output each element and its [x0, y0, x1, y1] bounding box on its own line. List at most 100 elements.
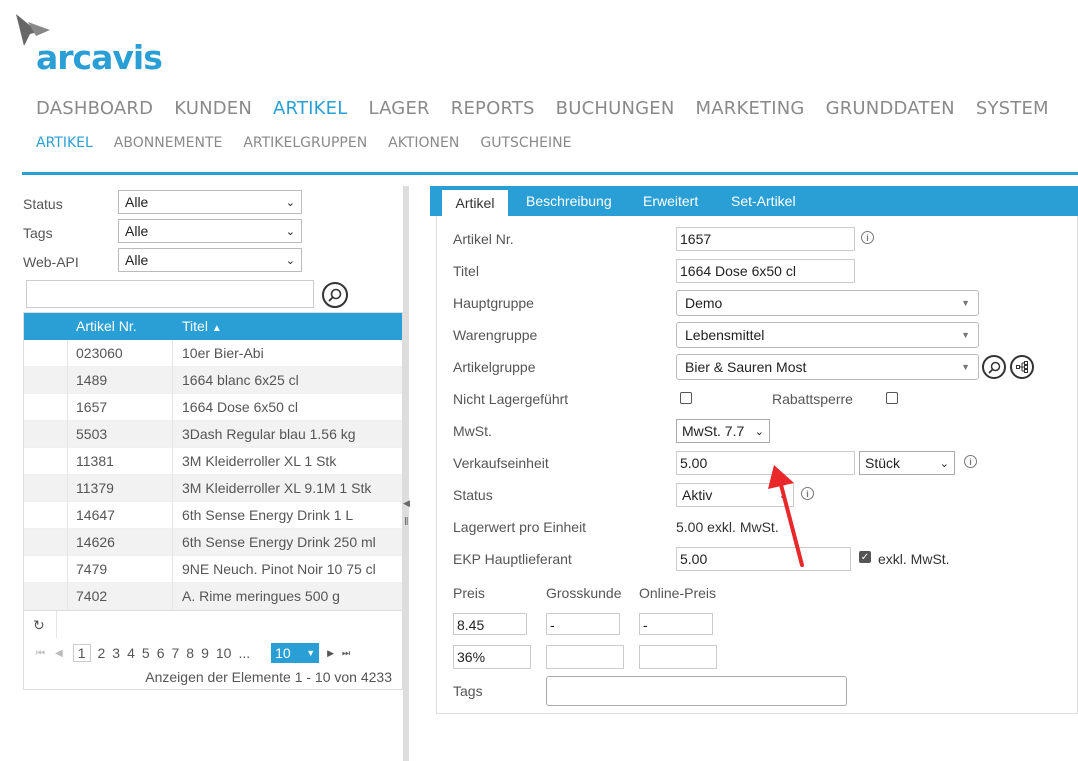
row-artikel-nr: 7402 — [76, 588, 108, 604]
row-select-cell[interactable] — [24, 529, 68, 556]
arcavis-logo[interactable]: arcavis — [14, 12, 174, 77]
refresh-icon[interactable]: ↻ — [33, 617, 45, 634]
table-row[interactable]: 1657 1664 Dose 6x50 cl — [24, 394, 402, 421]
grid-header: Artikel Nr. Titel ▲ — [24, 313, 402, 340]
last-page-icon[interactable]: ⏭ — [342, 648, 350, 659]
tab-set-artikel[interactable]: Set-Artikel — [731, 186, 796, 216]
nav-buchungen[interactable]: BUCHUNGEN — [556, 98, 675, 119]
subnav-gutscheine[interactable]: GUTSCHEINE — [480, 135, 571, 151]
col-titel[interactable]: Titel ▲ — [182, 318, 222, 334]
table-row[interactable]: 1489 1664 blanc 6x25 cl — [24, 367, 402, 394]
tags-input[interactable] — [546, 676, 847, 706]
tab-erweitert[interactable]: Erweitert — [643, 186, 698, 216]
tab-beschreibung[interactable]: Beschreibung — [526, 186, 612, 216]
page-7[interactable]: 7 — [171, 645, 179, 661]
artikelgruppe-select[interactable]: Bier & Sauren Most ▼ — [676, 354, 979, 380]
online-marge-input[interactable] — [639, 645, 717, 669]
prev-page-icon[interactable]: ◀ — [55, 648, 63, 659]
row-select-cell[interactable] — [24, 367, 68, 394]
exkl-mwst-checkbox[interactable]: ✓ — [859, 551, 871, 563]
online-preis-input[interactable]: - — [639, 613, 713, 635]
page-3[interactable]: 3 — [112, 645, 120, 661]
grosskunde-marge-input[interactable] — [546, 645, 624, 669]
einheit-select[interactable]: Stück ⌄ — [859, 451, 955, 475]
row-select-cell[interactable] — [24, 448, 68, 475]
nav-system[interactable]: SYSTEM — [976, 98, 1049, 119]
subnav-abonnemente[interactable]: ABONNEMENTE — [114, 135, 223, 151]
status-value: Aktiv — [682, 487, 713, 503]
nav-lager[interactable]: LAGER — [368, 98, 429, 119]
page-5[interactable]: 5 — [142, 645, 150, 661]
artikelgruppe-search-button[interactable] — [982, 355, 1006, 379]
drag-handle-icon: ‖ — [404, 516, 409, 528]
row-select-cell[interactable] — [24, 421, 68, 448]
hauptgruppe-select[interactable]: Demo ▼ — [676, 290, 979, 316]
row-select-cell[interactable] — [24, 583, 68, 610]
info-icon[interactable]: i — [964, 455, 977, 468]
page-9[interactable]: 9 — [201, 645, 209, 661]
titel-input[interactable]: 1664 Dose 6x50 cl — [676, 259, 855, 283]
page-2[interactable]: 2 — [98, 645, 106, 661]
table-row[interactable]: 023060 10er Bier-Abi — [24, 340, 402, 367]
row-artikel-nr: 1489 — [76, 372, 108, 388]
artikel-nr-input[interactable]: 1657 — [676, 227, 855, 251]
table-row[interactable]: 7479 9NE Neuch. Pinot Noir 10 75 cl — [24, 556, 402, 583]
rabattsperre-checkbox[interactable] — [886, 392, 898, 404]
row-select-cell[interactable] — [24, 556, 68, 583]
caret-down-icon: ▼ — [961, 298, 970, 308]
preis-marge-input[interactable]: 36% — [453, 645, 531, 669]
mwst-select[interactable]: MwSt. 7.7 ⌄ — [676, 419, 770, 443]
hierarchy-icon — [1015, 360, 1028, 373]
webapi-filter-select[interactable]: Alle ⌄ — [118, 248, 302, 272]
splitter[interactable]: ◀ ‖ — [403, 186, 410, 761]
tab-artikel[interactable]: Artikel — [442, 190, 508, 216]
row-select-cell[interactable] — [24, 502, 68, 529]
row-select-cell[interactable] — [24, 394, 68, 421]
grosskunde-input[interactable]: - — [546, 613, 620, 635]
col-artikel-nr[interactable]: Artikel Nr. — [76, 318, 137, 334]
warengruppe-value: Lebensmittel — [685, 327, 765, 343]
warengruppe-select[interactable]: Lebensmittel ▼ — [676, 322, 979, 348]
nav-grunddaten[interactable]: GRUNDDATEN — [826, 98, 955, 119]
tags-filter-select[interactable]: Alle ⌄ — [118, 219, 302, 243]
table-row[interactable]: 7402 A. Rime meringues 500 g — [24, 583, 402, 610]
first-page-icon[interactable]: ⏮ — [36, 648, 45, 659]
main-nav: DASHBOARD KUNDEN ARTIKEL LAGER REPORTS B… — [36, 98, 1070, 119]
table-row[interactable]: 14647 6th Sense Energy Drink 1 L — [24, 502, 402, 529]
nav-artikel[interactable]: ARTIKEL — [273, 98, 347, 119]
lagerwert-label: Lagerwert pro Einheit — [453, 519, 587, 535]
subnav-artikel[interactable]: ARTIKEL — [36, 135, 93, 151]
subnav-artikelgruppen[interactable]: ARTIKELGRUPPEN — [243, 135, 367, 151]
subnav-aktionen[interactable]: AKTIONEN — [388, 135, 459, 151]
next-page-icon[interactable]: ▶ — [327, 648, 334, 659]
preis-input[interactable]: 8.45 — [453, 613, 527, 635]
search-button[interactable] — [322, 282, 348, 308]
info-icon[interactable]: i — [861, 231, 874, 244]
page-more[interactable]: ... — [238, 645, 250, 661]
page-4[interactable]: 4 — [127, 645, 135, 661]
page-10[interactable]: 10 — [216, 645, 232, 661]
page-1[interactable]: 1 — [72, 644, 91, 662]
page-size-select[interactable]: 10 ▼ — [271, 643, 320, 663]
artikelgruppe-tree-button[interactable] — [1010, 355, 1034, 379]
page-8[interactable]: 8 — [186, 645, 194, 661]
pager: ⏮ ◀ 1 2 3 4 5 6 7 8 9 10 ... 10 ▼ ▶ ⏭ — [36, 643, 350, 663]
nav-kunden[interactable]: KUNDEN — [174, 98, 252, 119]
status-filter-select[interactable]: Alle ⌄ — [118, 190, 302, 214]
nav-reports[interactable]: REPORTS — [451, 98, 535, 119]
page-6[interactable]: 6 — [157, 645, 165, 661]
nicht-lager-checkbox[interactable] — [680, 392, 692, 404]
row-select-cell[interactable] — [24, 475, 68, 502]
table-row[interactable]: 11379 3M Kleiderroller XL 9.1M 1 Stk — [24, 475, 402, 502]
nav-dashboard[interactable]: DASHBOARD — [36, 98, 153, 119]
row-select-cell[interactable] — [24, 340, 68, 367]
table-row[interactable]: 11381 3M Kleiderroller XL 1 Stk — [24, 448, 402, 475]
search-input[interactable] — [26, 280, 314, 308]
grosskunde-label: Grosskunde — [546, 585, 622, 601]
row-artikel-nr: 14647 — [76, 507, 115, 523]
status-label: Status — [453, 487, 493, 503]
table-row[interactable]: 5503 3Dash Regular blau 1.56 kg — [24, 421, 402, 448]
table-row[interactable]: 14626 6th Sense Energy Drink 250 ml — [24, 529, 402, 556]
nav-marketing[interactable]: MARKETING — [696, 98, 805, 119]
search-icon — [987, 361, 1000, 374]
